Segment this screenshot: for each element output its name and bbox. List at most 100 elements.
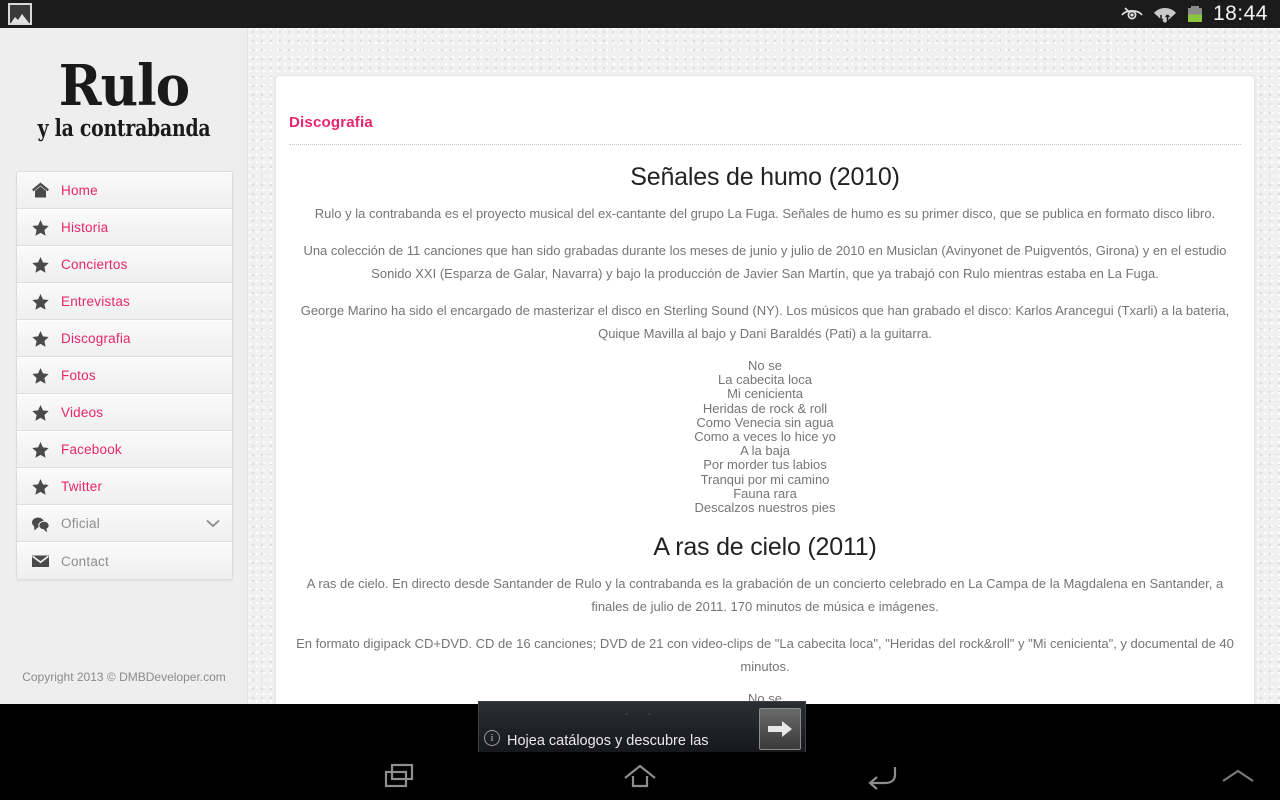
sidebar-item-fotos[interactable]: Fotos — [17, 357, 232, 394]
android-navigation-bar — [0, 752, 1280, 800]
sidebar-item-label: Facebook — [61, 442, 122, 457]
star-icon-glyph — [32, 219, 49, 236]
star-icon-glyph — [32, 256, 49, 273]
status-bar: 18:44 — [0, 0, 1280, 28]
sidebar-item-historia[interactable]: Historia — [17, 209, 232, 246]
sidebar-item-label: Home — [61, 182, 98, 198]
envelope-icon — [31, 552, 61, 570]
sidebar-item-label: Historia — [61, 220, 109, 235]
album-section: A ras de cielo (2011) A ras de cielo. En … — [284, 533, 1246, 704]
chat-bubble-icon — [31, 515, 61, 533]
album-paragraph: En formato digipack CD+DVD. CD de 16 can… — [296, 636, 1234, 675]
sidebar-item-oficial[interactable]: Oficial — [17, 505, 232, 542]
recents-glyph — [384, 763, 414, 788]
track-item: Como a veces lo hice yo — [694, 429, 836, 445]
star-icon-glyph — [32, 367, 49, 384]
track-item: Mi cenicienta — [727, 386, 803, 402]
sidebar-item-label: Oficial — [61, 516, 100, 531]
status-bar-clock: 18:44 — [1212, 2, 1268, 25]
sidebar-item-conciertos[interactable]: Conciertos — [17, 246, 232, 283]
track-item: Tranqui por mi camino — [700, 471, 830, 487]
track-item: Fauna rara — [733, 485, 797, 501]
logo-primary-text: Rulo — [58, 53, 190, 119]
track-item: La cabecita loca — [718, 372, 812, 388]
page-title: Discografia — [289, 114, 373, 131]
album-paragraph: Una colección de 11 canciones que han si… — [303, 243, 1227, 281]
star-icon — [31, 478, 61, 496]
sidebar-item-label: Contact — [61, 553, 109, 569]
star-icon — [31, 330, 61, 348]
chevron-up-glyph — [1222, 769, 1254, 782]
ad-info-icon[interactable]: i — [484, 730, 500, 746]
star-icon-glyph — [32, 293, 49, 310]
screen: 18:44 Rulo y la contrabanda Home Historia… — [0, 0, 1280, 800]
track-list: No se La cabecita loca Mi cenicienta Herida… — [284, 358, 1246, 516]
page-content: Rulo y la contrabanda Home Historia Concie… — [0, 28, 1280, 704]
star-icon — [31, 293, 61, 311]
star-icon-glyph — [32, 404, 49, 421]
logo-secondary-text: y la contrabanda — [37, 115, 211, 142]
back-icon[interactable] — [827, 752, 937, 800]
sidebar-item-label: Entrevistas — [61, 294, 130, 309]
sidebar-item-facebook[interactable]: Facebook — [17, 431, 232, 468]
sidebar-item-videos[interactable]: Videos — [17, 394, 232, 431]
eye-icon — [1121, 7, 1143, 20]
sidebar-item-discografia[interactable]: Discografia — [17, 320, 232, 357]
content-card: Discografia Señales de humo (2010) Rulo y… — [275, 75, 1255, 704]
star-icon — [31, 441, 61, 459]
sidebar-item-label: Conciertos — [61, 257, 128, 272]
track-item: A la baja — [740, 443, 790, 459]
site-logo[interactable]: Rulo y la contrabanda — [0, 56, 248, 142]
sidebar-item-label: Twitter — [61, 479, 103, 494]
arrow-right-glyph — [768, 721, 792, 737]
star-icon — [31, 404, 61, 422]
star-icon-glyph — [32, 478, 49, 495]
chevron-down-glyph — [206, 519, 220, 527]
star-icon-glyph — [32, 330, 49, 347]
recents-icon[interactable] — [345, 752, 455, 800]
chat-bubble-icon-glyph — [32, 517, 50, 532]
chevron-down-icon[interactable] — [206, 515, 220, 533]
sidebar-item-contact[interactable]: Contact — [17, 542, 232, 579]
album-title: A ras de cielo (2011) — [653, 533, 877, 562]
album-paragraph: George Marino ha sido el encargado de ma… — [300, 303, 1230, 341]
sidebar-item-label: Fotos — [61, 368, 96, 383]
album-paragraph: A ras de cielo. En directo desde Santand… — [306, 576, 1224, 615]
image-icon — [8, 3, 32, 25]
sidebar-menu: Home Historia Conciertos Entrevistas Discogr… — [16, 171, 233, 580]
sidebar-item-twitter[interactable]: Twitter — [17, 468, 232, 505]
track-item: Como Venecia sin agua — [696, 414, 834, 430]
home-icon[interactable] — [585, 752, 695, 800]
sidebar-item-label: Videos — [61, 405, 104, 420]
albums-container: Señales de humo (2010) Rulo y la contraba… — [276, 163, 1254, 704]
chevron-up-icon[interactable] — [1198, 752, 1278, 800]
star-icon-glyph — [32, 441, 49, 458]
arrow-right-icon[interactable] — [759, 708, 801, 750]
ad-headline: Hojea catálogos y descubre las — [507, 733, 709, 749]
star-icon — [31, 367, 61, 385]
battery-icon — [1187, 6, 1202, 22]
album-title: Señales de humo (2010) — [630, 163, 900, 191]
home-glyph — [624, 764, 656, 788]
status-bar-icons: 18:44 — [1120, 2, 1280, 26]
envelope-icon-glyph — [32, 555, 49, 567]
home-icon-glyph — [32, 182, 49, 198]
album-paragraph: Rulo y la contrabanda es el proyecto mus… — [314, 206, 1216, 221]
track-item: Por morder tus labios — [703, 457, 827, 473]
ad-faint-text: - - — [624, 708, 660, 720]
sidebar-item-label: Discografia — [61, 331, 131, 346]
image-icon-glyph — [11, 14, 29, 23]
track-item: Heridas de rock & roll — [702, 400, 828, 416]
sidebar-item-entrevistas[interactable]: Entrevistas — [17, 283, 232, 320]
copyright-text: Copyright 2013 © DMBDeveloper.com — [22, 670, 226, 684]
album-section: Señales de humo (2010) Rulo y la contraba… — [284, 163, 1246, 515]
star-icon — [31, 219, 61, 237]
home-icon — [31, 181, 61, 199]
track-item: Descalzos nuestros pies — [694, 500, 836, 516]
back-glyph — [868, 767, 897, 790]
ad-banner[interactable]: - - i Hojea catálogos y descubre las — [478, 701, 806, 753]
star-icon — [31, 256, 61, 274]
wifi-icon — [1153, 8, 1176, 23]
sidebar-item-home[interactable]: Home — [17, 172, 232, 209]
track-item: No se — [748, 358, 782, 373]
